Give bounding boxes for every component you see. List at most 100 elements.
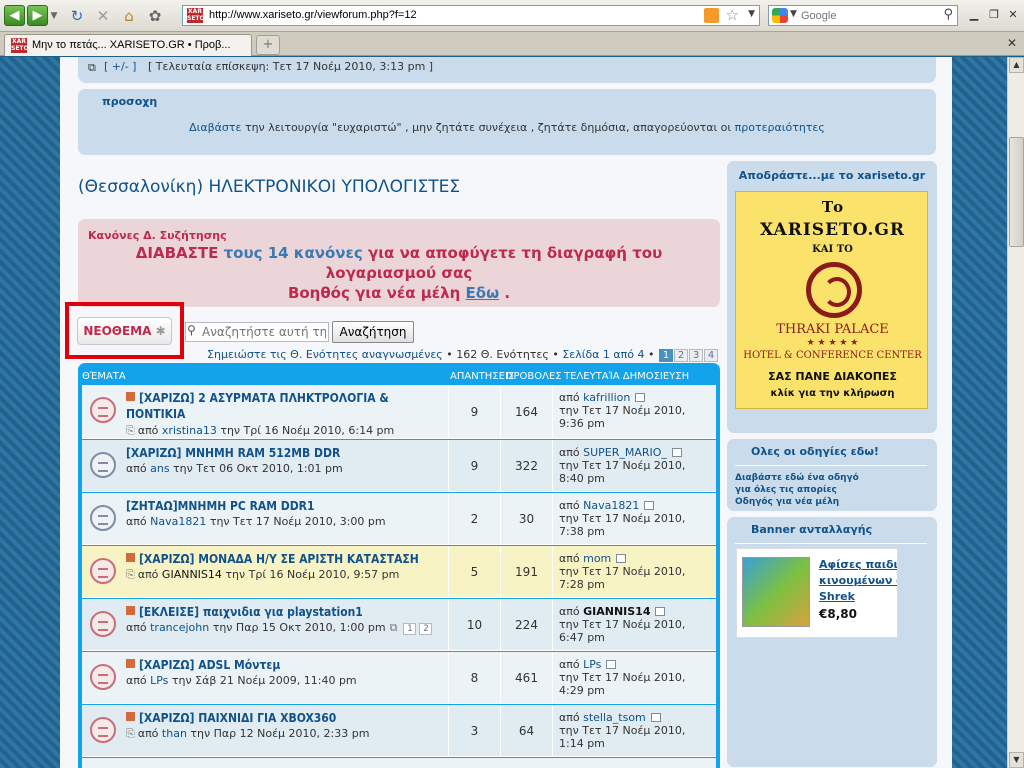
- notice-link-read[interactable]: Διαβάστε: [189, 121, 241, 134]
- topic-title[interactable]: [ΧΑΡΙΖΩ] ΜΟΝΑΔΑ Η/Υ ΣΕ ΑΡΙΣΤΗ ΚΑΤΑΣΤΑΣΗ: [139, 552, 419, 566]
- topic-title[interactable]: [ΕΚΛΕΙΣΕ] παιχνιδια για playstation1: [139, 605, 363, 619]
- topic-title[interactable]: [ΧΑΡΙΖΩ] ΜΝΗΜΗ RAM 512MB DDR: [126, 446, 340, 460]
- topic-title[interactable]: [ΖΗΤΑΩ]ΜΝΗΜΗ PC RAM DDR1: [126, 499, 315, 513]
- sidebar-promo-box: Αποδράστε...με το xariseto.gr Το XARISET…: [727, 161, 937, 433]
- scroll-thumb[interactable]: [1009, 137, 1024, 247]
- page-link-4[interactable]: 4: [704, 349, 718, 362]
- view-latest-icon[interactable]: [606, 660, 617, 669]
- last-post-date: την Τετ 17 Νοέμ 2010,: [559, 565, 686, 578]
- view-latest-icon[interactable]: [671, 448, 682, 457]
- last-post-time: 7:28 pm: [559, 578, 605, 591]
- view-latest-icon[interactable]: [616, 554, 627, 563]
- new-topic-button[interactable]: ΝΕΟΘΕΜΑ ✱: [77, 317, 172, 345]
- reload-icon[interactable]: ↻: [66, 5, 88, 27]
- topic-unread-icon[interactable]: [90, 664, 116, 690]
- close-window-icon[interactable]: ✕: [1005, 7, 1021, 23]
- forum-search-input[interactable]: [202, 325, 326, 339]
- toggle-link[interactable]: [ +/- ]: [104, 60, 136, 73]
- topic-unread-icon[interactable]: [90, 397, 116, 423]
- forum-search-button[interactable]: Αναζήτηση: [332, 321, 414, 343]
- topic-row: [ΧΑΡΙΖΩ] ADSL Μόντεμ από LPs την Σάβ 21 …: [82, 652, 716, 704]
- address-bar[interactable]: XAR SETO http://www.xariseto.gr/viewforum…: [182, 5, 760, 26]
- last-post-time: 6:47 pm: [559, 631, 605, 644]
- last-post-user[interactable]: kafrillion: [583, 391, 630, 404]
- url-text[interactable]: http://www.xariseto.gr/viewforum.php?f=1…: [209, 9, 417, 21]
- rss-icon[interactable]: [704, 8, 719, 23]
- topic-title[interactable]: [ΧΑΡΙΖΩ] 2 ΑΣΥΡΜΑΤΑ ΠΛΗΚΤΡΟΛΟΓΙΑ & ΠΟΝΤΙ…: [126, 391, 389, 421]
- last-post-user[interactable]: LPs: [583, 658, 601, 671]
- last-post-user[interactable]: SUPER_MARIO_: [583, 446, 667, 459]
- rules-text: για να αποφύγετε τη διαγραφή του: [362, 244, 663, 262]
- topic-read-icon[interactable]: [90, 452, 116, 478]
- banner-line: ΣΑΣ ΠΑΝΕ ΔΙΑΚΟΠΕΣ: [768, 370, 897, 383]
- last-post-user[interactable]: stella_tsom: [583, 711, 646, 724]
- promo-banner[interactable]: Το XARISETO.GR ΚΑΙ ΤΟ THRAKI PALACE ★ ★ …: [735, 191, 928, 409]
- scroll-up-icon[interactable]: ▲: [1009, 57, 1024, 73]
- mini-page-2[interactable]: 2: [419, 623, 433, 635]
- forward-button[interactable]: ▶: [27, 5, 48, 26]
- forum-search-box[interactable]: ⚲: [185, 322, 329, 342]
- page-content: ⧉ [ +/- ] [ Τελευταία επίσκεψη: Τετ 17 Ν…: [60, 57, 952, 768]
- back-button[interactable]: ◀: [4, 5, 25, 26]
- view-latest-icon[interactable]: [635, 393, 646, 402]
- tab-active[interactable]: XAR SETO Μην το πετάς... XARISETO.GR • Πρ…: [4, 34, 252, 56]
- topic-title[interactable]: [ΧΑΡΙΖΩ] ADSL Μόντεμ: [139, 658, 280, 672]
- scroll-down-icon[interactable]: ▼: [1009, 752, 1024, 768]
- topic-author[interactable]: Nava1821: [150, 515, 206, 528]
- topic-unread-icon[interactable]: [90, 717, 116, 743]
- last-post-user[interactable]: GIANNIS14: [583, 605, 650, 618]
- ad-link[interactable]: Αφίσες παιδικ κινουμένων σχ Shrek: [819, 557, 897, 605]
- url-dropdown-icon[interactable]: ▼: [748, 9, 755, 19]
- background-left: [0, 57, 60, 768]
- view-latest-icon[interactable]: [644, 501, 655, 510]
- last-post-date: την Τετ 17 Νοέμ 2010,: [559, 671, 686, 684]
- guides-title: Ολες οι οδηγίες εδω!: [751, 445, 879, 458]
- guide-link[interactable]: για όλες τις απορίες: [735, 485, 837, 495]
- bookmark-icon[interactable]: ⧉: [88, 61, 96, 75]
- topic-unread-icon[interactable]: [90, 558, 116, 584]
- last-post-user[interactable]: mom: [583, 552, 611, 565]
- rules-link[interactable]: τους 14 κανόνες: [224, 244, 363, 262]
- last-post-user[interactable]: Nava1821: [583, 499, 639, 512]
- new-tab-button[interactable]: +: [256, 35, 280, 55]
- shrek-poster-image[interactable]: [742, 557, 810, 627]
- guide-link[interactable]: Διαβάστε εδώ ένα οδηγό: [735, 473, 859, 483]
- restore-icon[interactable]: ❐: [986, 7, 1002, 23]
- new-members-guide-link[interactable]: Οδηγός για νέα μέλη: [735, 497, 839, 507]
- topic-author[interactable]: LPs: [150, 674, 168, 687]
- search-icon[interactable]: ⚲: [943, 7, 953, 22]
- topic-author[interactable]: xristina13: [162, 424, 217, 437]
- page-link-3[interactable]: 3: [689, 349, 703, 362]
- topic-author[interactable]: trancejohn: [150, 621, 209, 634]
- view-latest-icon[interactable]: [655, 607, 666, 616]
- engine-dropdown-icon[interactable]: ▼: [790, 9, 797, 19]
- new-members-link[interactable]: Εδω: [466, 284, 500, 302]
- ad-banner[interactable]: Αφίσες παιδικ κινουμένων σχ Shrek €8,80: [736, 548, 898, 638]
- mini-page-1[interactable]: 1: [403, 623, 417, 635]
- forum-title[interactable]: (Θεσσαλονίκη) ΗΛΕΚΤΡΟΝΙΚΟΙ ΥΠΟΛΟΓΙΣΤΕΣ: [78, 177, 460, 197]
- topic-unread-icon[interactable]: [90, 611, 116, 637]
- google-icon[interactable]: [772, 8, 788, 23]
- page-link-2[interactable]: 2: [674, 349, 688, 362]
- history-dropdown-icon[interactable]: ▼: [48, 5, 60, 27]
- topic-title[interactable]: [ΧΑΡΙΖΩ] ΠΑΙΧΝΙΔΙ ΓΙΑ XBOX360: [139, 711, 336, 725]
- topic-read-icon[interactable]: [90, 505, 116, 531]
- close-tab-icon[interactable]: ✕: [1004, 36, 1020, 52]
- browser-search-bar[interactable]: ▼ ⚲: [768, 5, 958, 26]
- page-link-1[interactable]: 1: [659, 349, 673, 362]
- vertical-scrollbar[interactable]: ▲ ▼: [1007, 57, 1024, 768]
- topic-author[interactable]: GIANNIS14: [162, 568, 222, 581]
- minimize-icon[interactable]: ▁: [966, 7, 982, 23]
- topic-author[interactable]: ans: [150, 462, 169, 475]
- bookmark-star-icon[interactable]: ☆: [726, 6, 739, 24]
- mark-read-link[interactable]: Σημειώστε τις Θ. Ενότητες αναγνωσμένες: [207, 348, 443, 361]
- notice-link-priorities[interactable]: προτεραιότητες: [735, 121, 825, 134]
- view-latest-icon[interactable]: [650, 713, 661, 722]
- addons-icon[interactable]: ✿: [144, 5, 166, 27]
- topic-title-wrap: [ΧΑΡΙΖΩ] ΜΝΗΜΗ RAM 512MB DDR: [126, 445, 448, 461]
- topic-author[interactable]: than: [162, 727, 187, 740]
- home-icon[interactable]: ⌂: [118, 5, 140, 27]
- stop-icon[interactable]: ✕: [92, 5, 114, 27]
- browser-search-input[interactable]: [801, 8, 931, 23]
- page-info-link[interactable]: Σελίδα 1 από 4: [562, 348, 644, 361]
